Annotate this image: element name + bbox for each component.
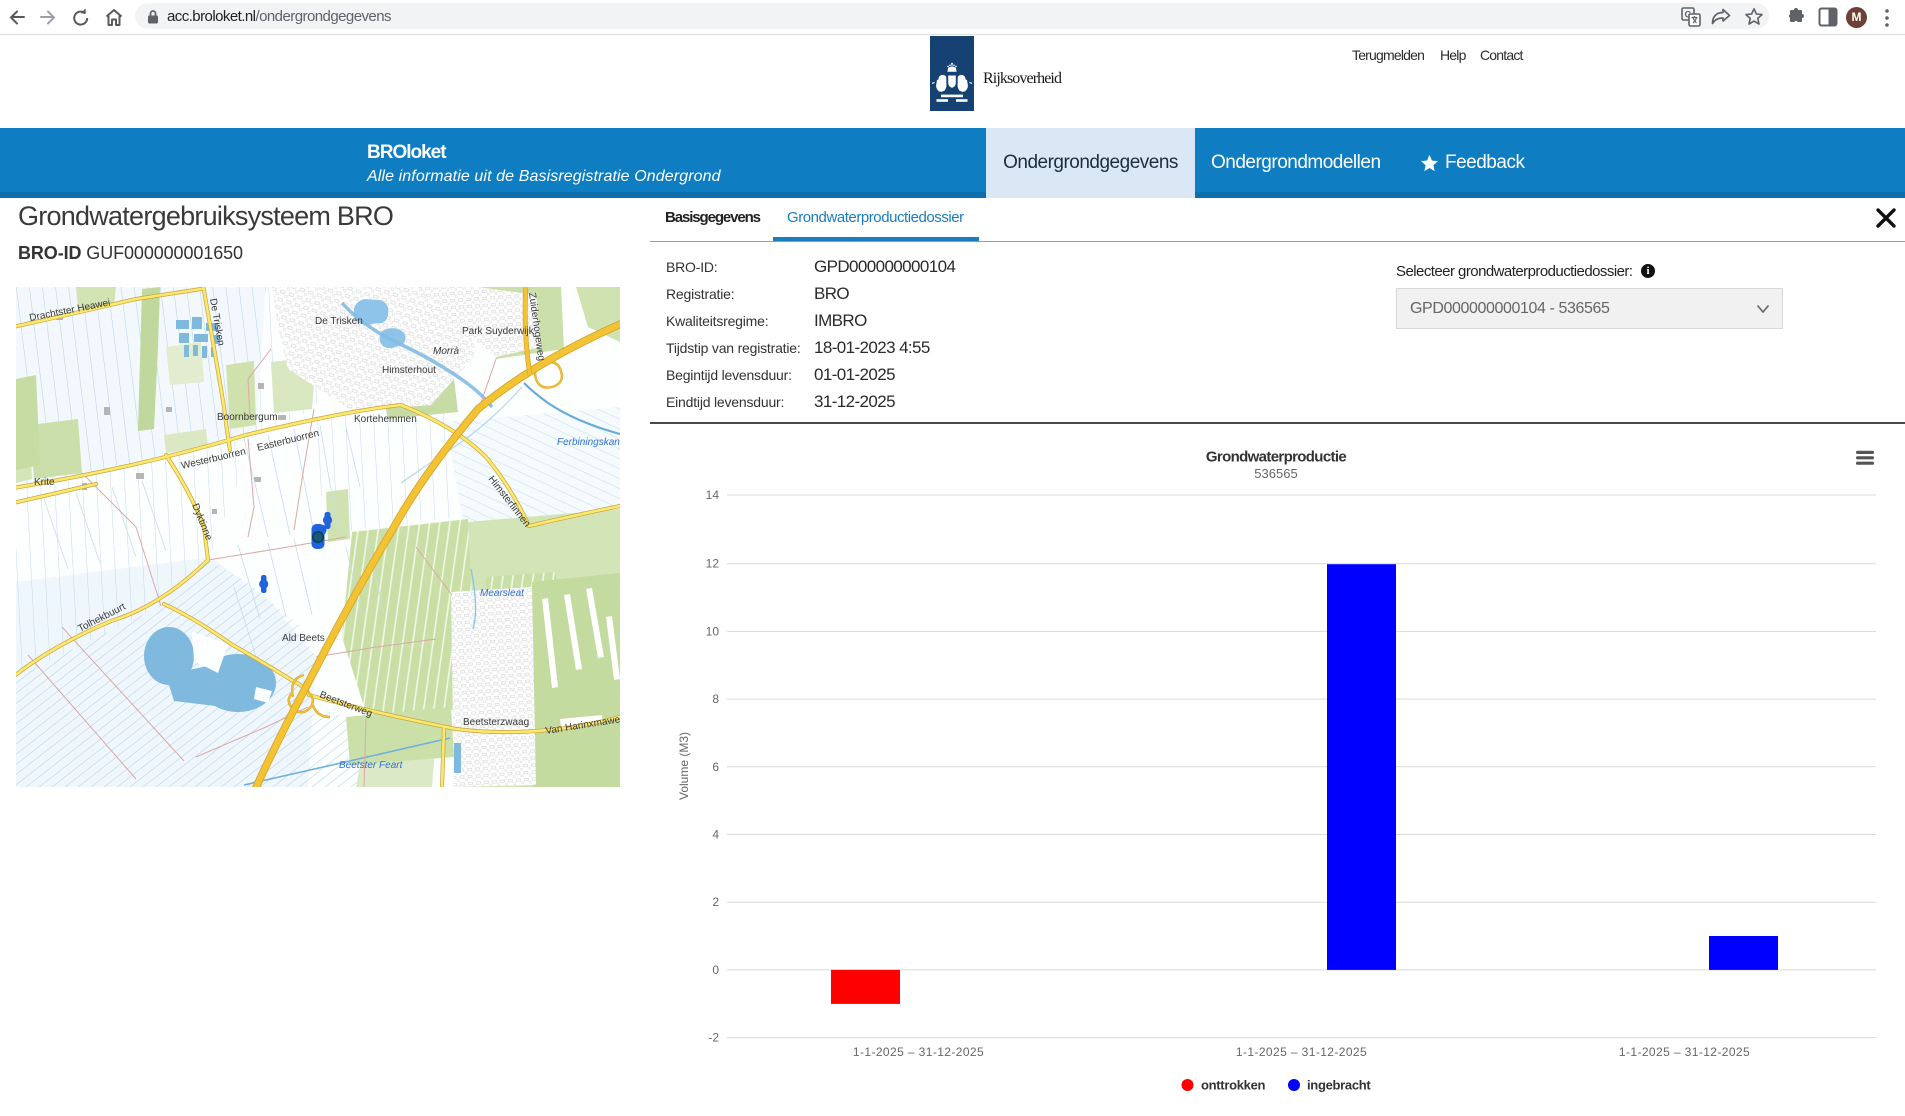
svg-text:2: 2	[712, 895, 719, 909]
svg-text:Morrà: Morrà	[433, 346, 460, 357]
svg-text:Krite: Krite	[34, 477, 55, 488]
svg-text:1-1-2025 – 31-12-2025: 1-1-2025 – 31-12-2025	[1619, 1045, 1750, 1059]
svg-text:12: 12	[706, 557, 720, 571]
svg-text:6: 6	[712, 760, 719, 774]
svg-text:Boornbergum: Boornbergum	[217, 412, 278, 423]
svg-text:ingebracht: ingebracht	[1307, 1078, 1371, 1093]
svg-text:Kortehemmen: Kortehemmen	[354, 414, 417, 425]
svg-text:-2: -2	[708, 1031, 719, 1045]
svg-text:Himsterhout: Himsterhout	[382, 365, 436, 376]
svg-text:0: 0	[712, 963, 719, 977]
svg-text:Mearsleat: Mearsleat	[480, 588, 525, 599]
svg-text:8: 8	[712, 692, 719, 706]
svg-text:onttrokken: onttrokken	[1201, 1078, 1266, 1093]
svg-text:Grondwaterproductie: Grondwaterproductie	[1206, 449, 1346, 466]
svg-text:Ald Beets: Ald Beets	[282, 633, 325, 644]
svg-text:4: 4	[712, 828, 719, 842]
svg-text:Beetster Feart: Beetster Feart	[339, 760, 404, 771]
svg-text:1-1-2025 – 31-12-2025: 1-1-2025 – 31-12-2025	[853, 1045, 984, 1059]
svg-text:De Trisken: De Trisken	[315, 316, 363, 327]
svg-text:Ferbiningskanaal: Ferbiningskanaal	[557, 437, 620, 448]
svg-text:1-1-2025 – 31-12-2025: 1-1-2025 – 31-12-2025	[1236, 1045, 1367, 1059]
svg-text:Park Suyderwijk: Park Suyderwijk	[462, 326, 535, 337]
svg-text:10: 10	[706, 624, 720, 638]
svg-text:536565: 536565	[1254, 466, 1297, 481]
svg-text:Beetsterzwaag: Beetsterzwaag	[463, 717, 529, 728]
svg-text:14: 14	[706, 488, 720, 502]
svg-text:Volume (M3): Volume (M3)	[677, 732, 691, 800]
